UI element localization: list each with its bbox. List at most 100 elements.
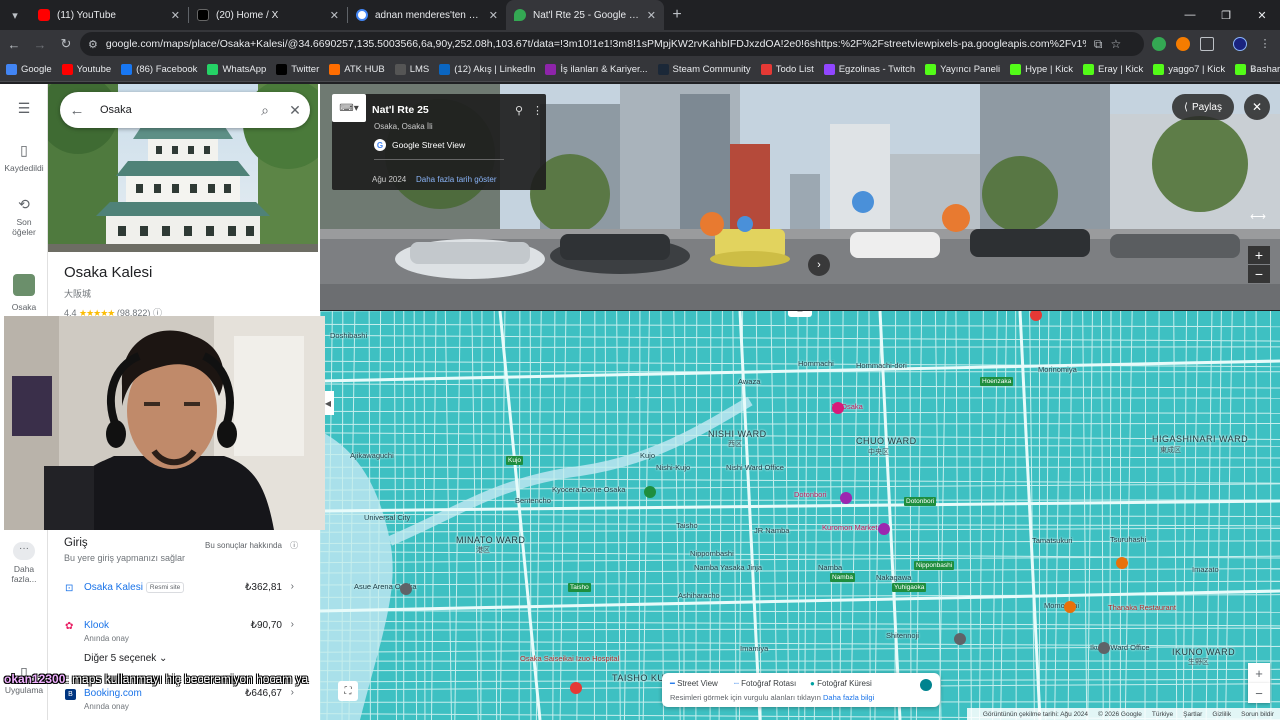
offer-row[interactable]: ⊡ Osaka Kalesi Resmi site ₺362,81 › xyxy=(48,581,312,613)
map-place-label[interactable]: TAISHO KU xyxy=(612,673,664,683)
map-footer-item[interactable]: Sorun bildir xyxy=(1241,711,1274,718)
map-place-label[interactable]: 生野区 xyxy=(1188,657,1209,667)
rail-saved[interactable]: ▯ Kaydedildi xyxy=(0,142,48,173)
extension-icon[interactable] xyxy=(1152,37,1166,51)
keyboard-shortcuts-icon[interactable]: ⌨▾ xyxy=(332,94,366,122)
search-input[interactable] xyxy=(100,104,250,116)
map-place-label[interactable]: Hommachi xyxy=(798,359,834,368)
office-marker-icon[interactable] xyxy=(1098,642,1110,654)
bookmark-item[interactable]: Egzolinas - Twitch xyxy=(823,64,915,75)
tab-x[interactable]: (20) Home / X ✕ xyxy=(189,0,347,30)
tab-google-maps[interactable]: Nat'l Rte 25 - Google Haritalar ✕ xyxy=(506,0,664,30)
map-place-label[interactable]: Nishi Ward Office xyxy=(726,463,784,472)
map-place-label[interactable]: Namba xyxy=(818,563,842,572)
map-place-label[interactable]: Namba Yasaka Jinja xyxy=(694,563,762,572)
map-place-label[interactable]: 東成区 xyxy=(1160,445,1181,455)
map-place-label[interactable]: IKUNO WARD xyxy=(1172,647,1235,657)
map-place-label[interactable]: Kyocera Dome Osaka xyxy=(552,485,625,494)
bookmark-item[interactable]: Youtube xyxy=(61,64,111,75)
map-place-label[interactable]: Thanaka Restaurant xyxy=(1108,603,1176,612)
site-info-icon[interactable]: ⚙ xyxy=(88,38,98,51)
temple-marker-icon[interactable] xyxy=(954,633,966,645)
station-label[interactable]: Namba xyxy=(830,573,855,582)
map-place-label[interactable]: Imamiya xyxy=(740,644,768,653)
station-label[interactable]: Nipponbashi xyxy=(914,561,955,570)
bookmarks-overflow-icon[interactable]: » xyxy=(1250,64,1256,75)
clear-search-icon[interactable]: ✕ xyxy=(280,102,310,119)
map-place-label[interactable]: Nishi-Kujo xyxy=(656,463,690,472)
more-dates-link[interactable]: Daha fazla tarih göster xyxy=(416,175,497,184)
reload-icon[interactable]: ↻ xyxy=(54,30,78,58)
map-place-label[interactable]: Nippombashi xyxy=(690,549,734,558)
map-place-label[interactable]: Kujo xyxy=(640,451,655,460)
map-place-label[interactable]: Ashiharacho xyxy=(678,591,720,600)
more-menu-icon[interactable]: ⋮ xyxy=(1258,37,1272,51)
offer-row[interactable]: B Booking.com Anında onay ₺646,67 › xyxy=(48,687,312,719)
bookmark-item[interactable]: (86) Facebook xyxy=(121,64,197,75)
map-place-label[interactable]: 中央区 xyxy=(868,447,889,457)
more-vert-icon[interactable]: ⋮ xyxy=(532,104,543,117)
extensions-puzzle-icon[interactable] xyxy=(1200,37,1214,51)
tab-google-search[interactable]: adnan menderes'ten sonraki cu ✕ xyxy=(348,0,506,30)
expand-map-icon[interactable]: ⛶ xyxy=(338,681,358,701)
station-label[interactable]: Dotonbori xyxy=(904,497,937,506)
street-view-panorama[interactable]: ⌨▾ Nat'l Rte 25 Osaka, Osaka İli ⚲ ⋮ G Go… xyxy=(320,84,1280,310)
station-label[interactable]: Yuhigaoka xyxy=(892,583,927,592)
map-place-label[interactable]: Bentencho xyxy=(515,496,551,505)
station-label[interactable]: Hoenzaka xyxy=(980,377,1014,386)
map-place-label[interactable]: MINATO WARD xyxy=(456,535,525,545)
location-pin-icon[interactable]: ⚲ xyxy=(515,104,523,117)
window-close-icon[interactable]: ✕ xyxy=(1244,0,1280,30)
map-place-label[interactable]: NISHI WARD xyxy=(708,429,767,439)
bookmark-item[interactable]: Todo List xyxy=(760,64,814,75)
drag-handle-icon[interactable]: ═ xyxy=(788,311,812,317)
restaurant-marker-icon[interactable] xyxy=(1064,601,1076,613)
map-place-label[interactable]: Tamatsukuri xyxy=(1032,536,1072,545)
map-place-label[interactable]: Taisho xyxy=(676,521,698,530)
bookmark-item[interactable]: Hype | Kick xyxy=(1010,64,1073,75)
hamburger-menu-icon[interactable]: ☰ xyxy=(0,100,48,117)
bookmark-item[interactable]: Steam Community xyxy=(657,64,751,75)
map-place-label[interactable]: Doshibashi xyxy=(330,331,367,340)
offer-row[interactable]: ✿ Klook Anında onay ₺90,70 › xyxy=(48,619,312,651)
bookmark-star-icon[interactable]: ☆ xyxy=(1110,37,1121,51)
bookmark-item[interactable]: WhatsApp xyxy=(207,64,266,75)
map-place-label[interactable]: Nakagawa xyxy=(876,573,911,582)
map-place-label[interactable]: Hommachi-dori xyxy=(856,361,907,370)
forward-arrow-icon[interactable]: → xyxy=(28,30,52,58)
profile-avatar-icon[interactable] xyxy=(1233,37,1247,51)
learn-more-link[interactable]: Daha fazla bilgi xyxy=(823,693,874,702)
map-place-label[interactable]: Imazato xyxy=(1192,565,1219,574)
map-place-label[interactable]: Shitennoji xyxy=(886,631,919,640)
bookmark-item[interactable]: Google xyxy=(6,64,52,75)
new-tab-plus-icon[interactable]: + xyxy=(664,6,690,24)
stadium-marker-icon[interactable] xyxy=(644,486,656,498)
shopping-marker-icon[interactable] xyxy=(840,492,852,504)
bookmark-item[interactable]: Bashars | Kick xyxy=(1235,64,1280,75)
map-zoom-out-icon[interactable]: − xyxy=(1248,683,1270,703)
tab-search-chevron-icon[interactable]: ▾ xyxy=(0,0,30,30)
map-footer-item[interactable]: Türkiye xyxy=(1152,711,1173,718)
share-button[interactable]: ⟨ Paylaş xyxy=(1172,94,1234,120)
bookmark-item[interactable]: LMS xyxy=(394,64,429,75)
photo-sphere-toggle[interactable] xyxy=(920,679,932,691)
shopping-marker-icon[interactable] xyxy=(878,523,890,535)
map-place-label[interactable]: JR Namba xyxy=(754,526,789,535)
map-place-label[interactable]: Ajikawaguchi xyxy=(350,451,394,460)
map-place-label[interactable]: Tsuruhashi xyxy=(1110,535,1146,544)
url-text[interactable]: google.com/maps/place/Osaka+Kalesi/@34.6… xyxy=(106,38,1086,50)
close-icon[interactable]: ✕ xyxy=(330,9,339,22)
map-place-label[interactable]: Universal City xyxy=(364,513,410,522)
close-icon[interactable]: ✕ xyxy=(647,9,656,22)
map-place-label[interactable]: Morinomiya xyxy=(1038,365,1077,374)
extension-icon[interactable] xyxy=(1176,37,1190,51)
arena-marker-icon[interactable] xyxy=(400,583,412,595)
station-label[interactable]: Taisho xyxy=(568,583,591,592)
map-zoom-in-icon[interactable]: + xyxy=(1248,663,1270,683)
map-place-label[interactable]: CHUO WARD xyxy=(856,436,917,446)
minimize-icon[interactable]: — xyxy=(1172,0,1208,30)
address-bar[interactable]: ⚙ google.com/maps/place/Osaka+Kalesi/@34… xyxy=(80,32,1144,56)
map-canvas[interactable]: Hommachi Hommachi-dori Awaza Morinomiya W Os… xyxy=(320,311,1280,720)
zoom-in-icon[interactable]: + xyxy=(1248,246,1270,264)
zoom-out-icon[interactable]: − xyxy=(1248,265,1270,283)
